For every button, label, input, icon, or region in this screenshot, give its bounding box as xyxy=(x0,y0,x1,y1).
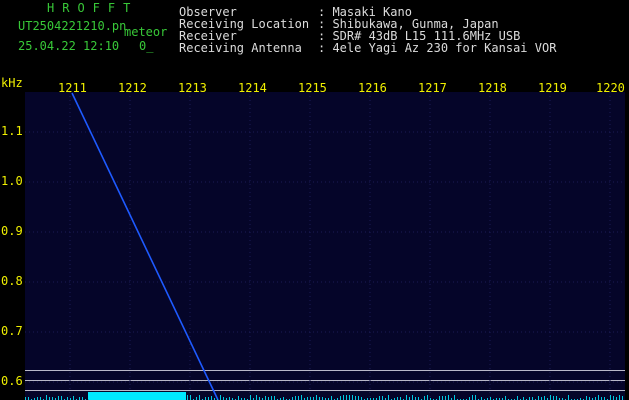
noise-spike xyxy=(187,395,188,400)
meteor-trace xyxy=(71,92,219,400)
noise-spike xyxy=(265,396,266,400)
noise-spike xyxy=(355,396,356,400)
noise-spike xyxy=(610,395,611,400)
noise-spike xyxy=(298,396,299,400)
noise-spike xyxy=(220,395,221,400)
noise-spike xyxy=(598,395,599,400)
noise-spike xyxy=(517,396,518,400)
noise-spike xyxy=(199,395,200,400)
noise-spike xyxy=(424,396,425,400)
noise-spike xyxy=(379,396,380,400)
noise-spike xyxy=(352,395,353,400)
signal-strength-band xyxy=(88,392,186,400)
noise-spike xyxy=(475,395,476,400)
noise-spike xyxy=(448,395,449,400)
noise-spike xyxy=(388,395,389,400)
noise-spike xyxy=(622,396,623,400)
noise-spike xyxy=(412,395,413,400)
hrofft-screen: HROFFT UT2504221210.pn meteor 25.04.22 1… xyxy=(0,0,629,400)
noise-spike xyxy=(61,396,62,400)
noise-spike xyxy=(46,395,47,400)
noise-spike xyxy=(442,396,443,400)
noise-spike xyxy=(346,395,347,400)
noise-spike xyxy=(58,396,59,400)
noise-spike xyxy=(301,395,302,400)
noise-spike xyxy=(454,395,455,400)
noise-spike xyxy=(271,396,272,400)
noise-spike xyxy=(316,395,317,400)
noise-spike xyxy=(550,395,551,400)
noise-spike xyxy=(586,396,587,400)
noise-spike xyxy=(238,396,239,400)
noise-spike xyxy=(382,396,383,400)
noise-spike xyxy=(406,395,407,400)
noise-spike xyxy=(427,395,428,400)
noise-spike xyxy=(619,395,620,400)
noise-spike xyxy=(544,396,545,400)
noise-spike xyxy=(358,396,359,400)
noise-spike xyxy=(568,395,569,400)
noise-spike xyxy=(256,395,257,400)
spectrogram-overlay xyxy=(25,92,625,400)
noise-spike xyxy=(556,396,557,400)
noise-spike xyxy=(613,396,614,400)
noise-spike xyxy=(505,396,506,400)
noise-spike xyxy=(445,396,446,400)
noise-spike xyxy=(211,396,212,400)
noise-spike xyxy=(340,396,341,400)
noise-spike xyxy=(553,396,554,400)
noise-spike xyxy=(331,396,332,400)
noise-spike xyxy=(343,395,344,400)
noise-spike xyxy=(190,395,191,400)
noise-spike xyxy=(73,396,74,400)
noise-spike xyxy=(439,396,440,400)
noise-spike xyxy=(472,395,473,400)
plot-grid xyxy=(25,92,625,400)
noise-spike xyxy=(349,395,350,400)
noise-spike xyxy=(295,396,296,400)
noise-spike xyxy=(274,396,275,400)
noise-spike xyxy=(538,396,539,400)
noise-spike xyxy=(250,395,251,400)
